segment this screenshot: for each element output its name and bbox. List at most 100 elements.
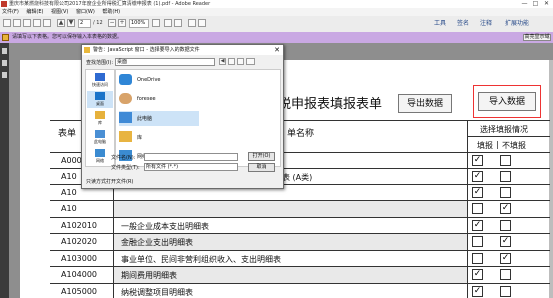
- nofill-checkbox[interactable]: ✓: [500, 203, 511, 214]
- computer-icon: [119, 112, 132, 123]
- fill-checkbox[interactable]: [472, 236, 483, 247]
- page-down-icon[interactable]: ▼: [67, 19, 75, 27]
- menu-view[interactable]: 视图(V): [51, 9, 68, 15]
- sign-link[interactable]: 签名: [457, 19, 469, 28]
- close-window-button[interactable]: ✕: [542, 0, 551, 8]
- fill-checkbox[interactable]: ✓: [472, 171, 483, 182]
- filetype-select[interactable]: 所有文件 (*.*): [144, 163, 238, 171]
- open-file-dialog: 警告：JavaScript 窗口 - 选择要导入的数据文件 ✕ 查找范围(I):…: [81, 44, 284, 189]
- cancel-button[interactable]: 取消: [248, 163, 275, 172]
- fill-checkbox[interactable]: [472, 203, 483, 214]
- fit-width-icon[interactable]: [174, 19, 182, 27]
- look-in-label: 查找范围(I):: [86, 60, 114, 66]
- user-folder-icon: [119, 93, 132, 104]
- place-this-pc[interactable]: 此电脑: [87, 129, 113, 146]
- nofill-checkbox[interactable]: ✓: [500, 236, 511, 247]
- signatures-icon[interactable]: [2, 72, 7, 78]
- page-thumbnails-icon[interactable]: [2, 48, 7, 54]
- dialog-title-bar: 警告：JavaScript 窗口 - 选择要导入的数据文件 ✕: [82, 45, 283, 55]
- email-icon[interactable]: [43, 19, 51, 27]
- zoom-in-icon[interactable]: +: [118, 19, 126, 27]
- table-line: [50, 283, 550, 284]
- fill-checkbox[interactable]: ✓: [472, 155, 483, 166]
- nofill-checkbox[interactable]: [500, 286, 511, 297]
- fill-checkbox[interactable]: ✓: [472, 286, 483, 297]
- import-data-button[interactable]: 导入数据: [478, 92, 536, 111]
- readonly-checkbox-label[interactable]: 只读方式打开文件(R): [86, 178, 133, 185]
- open-button[interactable]: 打开(O): [248, 152, 275, 161]
- back-icon[interactable]: ◀: [219, 58, 226, 65]
- row-code: A10: [61, 172, 77, 181]
- print-icon[interactable]: [33, 19, 41, 27]
- row-name: 纳税调整项目明细表: [121, 288, 193, 297]
- fill-checkbox[interactable]: ✓: [472, 269, 483, 280]
- nofill-checkbox[interactable]: [500, 187, 511, 198]
- file-item[interactable]: 此电脑: [119, 111, 199, 126]
- star-icon: [95, 73, 105, 81]
- row-name: 金融企业支出明细表: [121, 238, 193, 247]
- file-item[interactable]: OneDrive: [119, 73, 199, 88]
- new-folder-icon[interactable]: [237, 58, 244, 65]
- comment-link[interactable]: 注释: [480, 19, 492, 28]
- fit-page-icon[interactable]: [164, 19, 172, 27]
- shaded-row: [114, 201, 467, 217]
- nofill-checkbox[interactable]: [500, 155, 511, 166]
- page-up-icon[interactable]: ▲: [57, 19, 65, 27]
- dialog-close-button[interactable]: ✕: [274, 45, 280, 55]
- left-navigation-pane: [0, 43, 9, 298]
- menu-help[interactable]: 帮助(H): [102, 9, 120, 15]
- table-line: [50, 250, 550, 251]
- menu-edit[interactable]: 编辑(E): [26, 9, 43, 15]
- fill-checkbox[interactable]: ✓: [472, 187, 483, 198]
- row-name: 事业单位、民间非营利组织收入、支出明细表: [121, 255, 281, 264]
- row-code: A102020: [61, 237, 98, 246]
- zoom-select[interactable]: 100%: [129, 19, 149, 28]
- place-library[interactable]: 库: [87, 110, 113, 127]
- row-code: A000: [61, 156, 82, 165]
- col-form-name: 单名称: [287, 129, 315, 139]
- highlight-icon[interactable]: [198, 19, 206, 27]
- menu-window[interactable]: 窗口(W): [76, 9, 95, 15]
- save-icon[interactable]: [23, 19, 31, 27]
- minimize-button[interactable]: —: [520, 0, 529, 8]
- zoom-out-icon[interactable]: −: [108, 19, 116, 27]
- filename-input[interactable]: [144, 153, 238, 161]
- page-number-input[interactable]: 2: [78, 19, 91, 28]
- window-title-bar: 重庆市某燃烧科技有限公司2017年度企业所得税汇算清缴申报表 (1).pdf -…: [0, 0, 553, 8]
- maximize-button[interactable]: □: [531, 0, 540, 8]
- chevron-down-icon[interactable]: [152, 19, 160, 27]
- up-folder-icon[interactable]: [228, 58, 235, 65]
- nofill-checkbox[interactable]: [500, 269, 511, 280]
- place-desktop[interactable]: 桌面: [87, 91, 113, 108]
- export-data-button[interactable]: 导出数据: [398, 94, 452, 113]
- view-menu-icon[interactable]: [246, 58, 255, 65]
- row-code: A104000: [61, 270, 98, 279]
- highlight-fields-button[interactable]: 高亮显示域: [523, 34, 551, 41]
- dialog-title: 警告：JavaScript 窗口 - 选择要导入的数据文件: [93, 47, 200, 53]
- library-icon: [95, 111, 105, 119]
- menu-file[interactable]: 文件(F): [2, 9, 19, 15]
- comment-icon[interactable]: [188, 19, 196, 27]
- nofill-checkbox[interactable]: [500, 171, 511, 182]
- open-icon[interactable]: [3, 19, 11, 27]
- vertical-scrollbar[interactable]: [549, 60, 553, 298]
- col-nofill: 不填报: [502, 141, 526, 150]
- tools-link[interactable]: 工具: [434, 19, 446, 28]
- file-item[interactable]: 库: [119, 130, 199, 145]
- file-item[interactable]: foresee: [119, 92, 199, 107]
- attachments-icon[interactable]: [2, 60, 7, 66]
- look-in-select[interactable]: 桌面: [115, 58, 215, 66]
- place-quick-access[interactable]: 快速访问: [87, 72, 113, 89]
- nofill-checkbox[interactable]: ✓: [500, 253, 511, 264]
- cloud-icon: [119, 74, 132, 85]
- library-icon: [119, 131, 132, 142]
- row-code: A10: [61, 188, 77, 197]
- nofill-checkbox[interactable]: [500, 220, 511, 231]
- fill-checkbox[interactable]: [472, 253, 483, 264]
- place-network[interactable]: 网络: [87, 148, 113, 165]
- filetype-label: 文件类型(T):: [111, 165, 140, 171]
- row-code: A103000: [61, 254, 98, 263]
- fill-checkbox[interactable]: ✓: [472, 220, 483, 231]
- create-icon[interactable]: [13, 19, 21, 27]
- extended-link[interactable]: 扩展功能: [505, 19, 529, 28]
